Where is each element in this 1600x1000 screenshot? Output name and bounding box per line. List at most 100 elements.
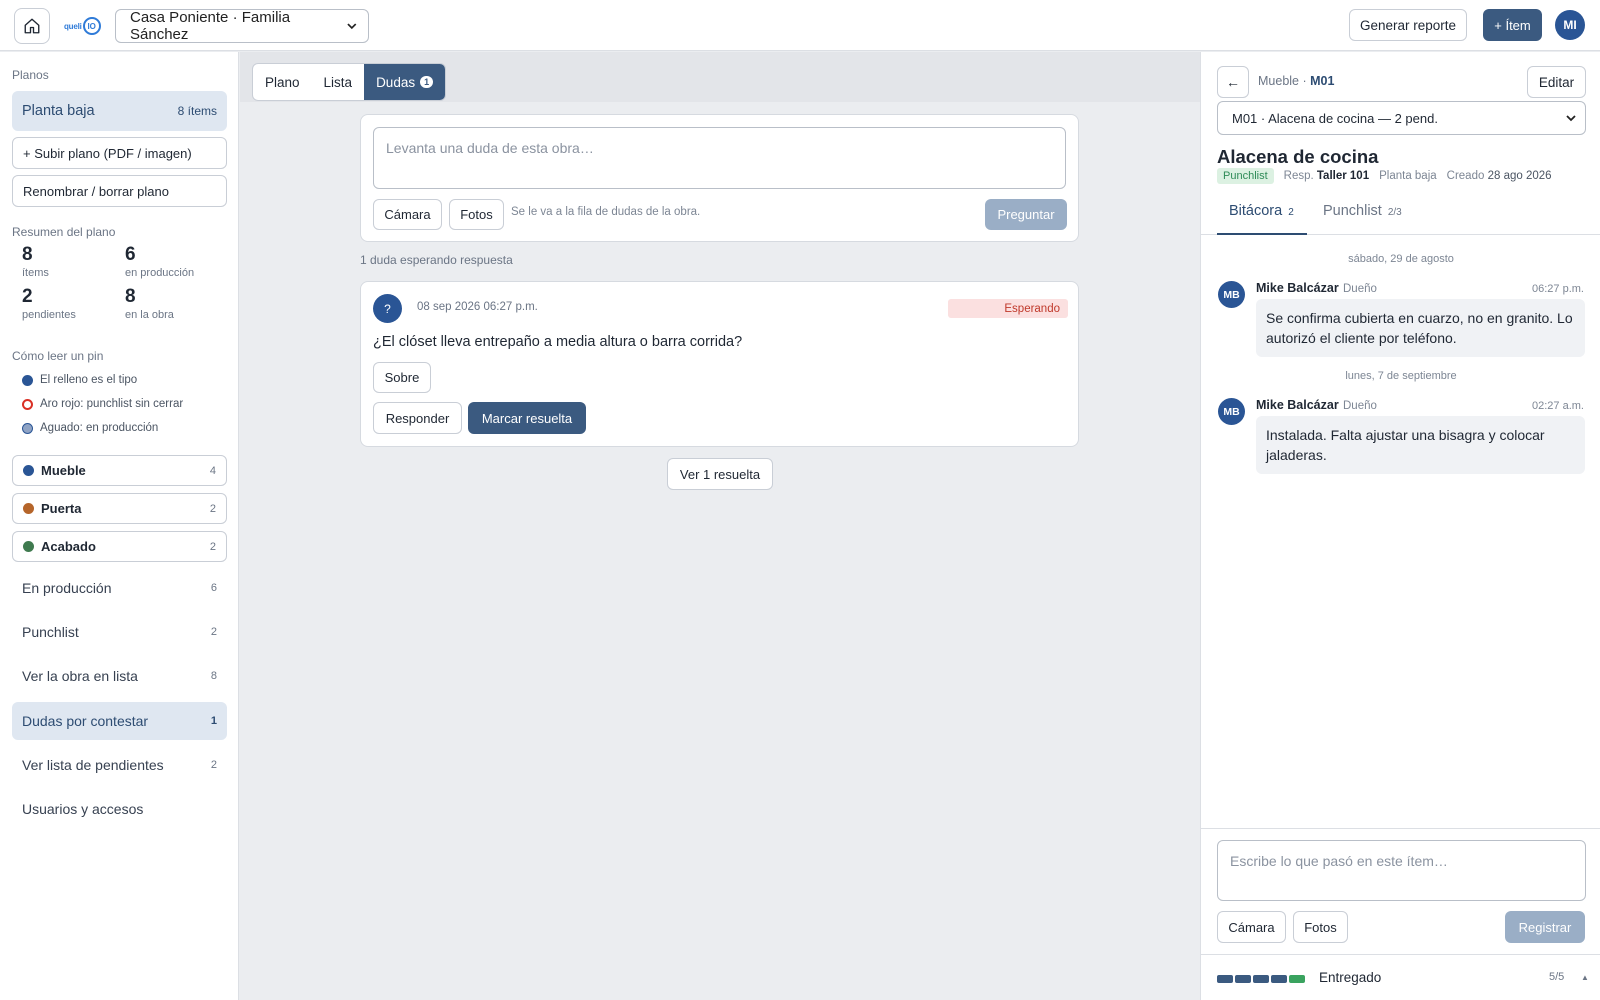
progress-count: 5/5 <box>1549 971 1565 983</box>
logo-mark: IO <box>82 17 101 35</box>
view-tabs: Plano Lista Dudas 1 <box>252 63 447 101</box>
app-logo: queli IO <box>64 16 101 36</box>
nav-punchlist[interactable]: Punchlist 2 <box>12 613 227 651</box>
status-pill: Punchlist <box>1217 168 1274 184</box>
day-separator: lunes, 7 de septiembre <box>1345 370 1457 382</box>
generate-report-button[interactable]: Generar reporte <box>1349 9 1467 41</box>
question-text: ¿El clóset lleva entrepaño a media altur… <box>373 334 743 350</box>
red-ring-pin-icon <box>22 398 33 410</box>
log-time: 02:27 a.m. <box>1532 400 1584 412</box>
category-acabado[interactable]: Acabado 2 <box>12 531 227 562</box>
chevron-down-icon <box>1566 115 1576 122</box>
progress-step <box>1271 975 1287 983</box>
pin-help-label: Cómo leer un pin <box>12 349 104 363</box>
compose-divider <box>1201 828 1600 829</box>
plan-item-planta-baja[interactable]: Planta baja 8 ítems <box>12 91 227 131</box>
tab-dudas[interactable]: Dudas 1 <box>364 64 446 100</box>
progress-step <box>1235 975 1251 983</box>
plans-label: Planos <box>12 68 49 82</box>
waiting-count: 1 duda esperando respuesta <box>360 253 513 267</box>
log-author: Mike Balcázar <box>1256 398 1339 412</box>
summary-label: Resumen del plano <box>12 225 116 239</box>
add-item-button[interactable]: + Ítem <box>1483 9 1542 41</box>
log-author: Mike Balcázar <box>1256 281 1339 295</box>
question-avatar: ? <box>373 294 402 323</box>
stat-on-site: 8 en la obra <box>125 286 174 321</box>
log-camera-button[interactable]: Cámara <box>1217 911 1286 943</box>
category-puerta[interactable]: Puerta 2 <box>12 493 227 524</box>
item-detail-panel: ← Mueble · M01 Editar M01 · Alacena de c… <box>1200 52 1600 1000</box>
progress-bar[interactable]: Entregado 5/5 ▲ <box>1201 954 1600 1000</box>
stat-items: 8 ítems <box>22 244 49 279</box>
item-title: Alacena de cocina <box>1217 146 1379 167</box>
legend-red-ring: Aro rojo: punchlist sin cerrar <box>22 398 183 410</box>
user-avatar[interactable]: MI <box>1555 10 1585 40</box>
ask-submit-button[interactable]: Preguntar <box>985 199 1067 230</box>
item-meta: Punchlist Resp. Taller 101 Planta baja C… <box>1217 168 1552 184</box>
tab-lista[interactable]: Lista <box>312 64 365 100</box>
progress-step <box>1253 975 1269 983</box>
plan-count: 8 ítems <box>177 104 217 118</box>
register-button[interactable]: Registrar <box>1505 911 1585 943</box>
chevron-down-icon <box>347 23 357 30</box>
detail-tabs: Bitácora 2 Punchlist 2/3 <box>1201 199 1600 235</box>
top-bar: queli IO Casa Poniente · Familia Sánchez… <box>0 0 1600 51</box>
question-card: ? 08 sep 2026 06:27 p.m. Esperando ¿El c… <box>360 281 1079 447</box>
nav-obra-lista[interactable]: Ver la obra en lista 8 <box>12 657 227 695</box>
tab-plano[interactable]: Plano <box>253 64 312 100</box>
category-mueble[interactable]: Mueble 4 <box>12 455 227 486</box>
avatar: MB <box>1218 281 1245 308</box>
log-photos-button[interactable]: Fotos <box>1293 911 1348 943</box>
ask-card: Levanta una duda de esta obra… Cámara Fo… <box>360 114 1079 242</box>
dudas-count-badge: 1 <box>420 76 434 88</box>
logo-word: queli <box>64 21 82 31</box>
item-select-value: M01 · Alacena de cocina — 2 pend. <box>1232 110 1438 126</box>
nav-pendientes[interactable]: Ver lista de pendientes 2 <box>12 746 227 784</box>
item-select[interactable]: M01 · Alacena de cocina — 2 pend. <box>1217 101 1586 135</box>
mueble-dot-icon <box>23 465 34 476</box>
log-time: 06:27 p.m. <box>1532 283 1584 295</box>
nav-dudas[interactable]: Dudas por contestar 1 <box>12 702 227 740</box>
log-role: Dueño <box>1343 283 1377 295</box>
question-input[interactable]: Levanta una duda de esta obra… <box>373 127 1066 189</box>
project-select[interactable]: Casa Poniente · Familia Sánchez <box>115 9 369 43</box>
about-tag-button[interactable]: Sobre <box>373 362 431 393</box>
progress-step <box>1289 975 1305 983</box>
camera-button[interactable]: Cámara <box>373 199 442 230</box>
day-separator: sábado, 29 de agosto <box>1348 253 1454 265</box>
rename-plan-button[interactable]: Renombrar / borrar plano <box>12 175 227 207</box>
log-message: Instalada. Falta ajustar una bisagra y c… <box>1256 416 1585 474</box>
home-icon <box>24 18 40 34</box>
stat-production: 6 en producción <box>125 244 195 279</box>
status-badge: Esperando <box>948 299 1068 318</box>
mark-resolved-button[interactable]: Marcar resuelta <box>468 402 586 434</box>
project-name: Casa Poniente · Familia Sánchez <box>130 9 291 43</box>
ask-hint: Se le va a la fila de dudas de la obra. <box>511 206 701 218</box>
created-date: Creado 28 ago 2026 <box>1446 170 1552 182</box>
legend-faded: Aguado: en producción <box>22 422 158 434</box>
plan-name: Planta baja <box>1379 170 1437 182</box>
reply-button[interactable]: Responder <box>373 402 462 434</box>
breadcrumb: Mueble · M01 <box>1258 74 1335 88</box>
tab-punchlist[interactable]: Punchlist 2/3 <box>1323 199 1402 235</box>
question-date: 08 sep 2026 06:27 p.m. <box>417 301 538 313</box>
log-input[interactable]: Escribe lo que pasó en este ítem… <box>1217 840 1586 901</box>
edit-button[interactable]: Editar <box>1527 66 1586 98</box>
caret-up-icon: ▲ <box>1581 973 1589 982</box>
acabado-dot-icon <box>23 541 34 552</box>
plan-name: Planta baja <box>22 103 95 119</box>
log-message: Se confirma cubierta en cuarzo, no en gr… <box>1256 299 1585 357</box>
photos-button[interactable]: Fotos <box>449 199 504 230</box>
nav-usuarios[interactable]: Usuarios y accesos <box>12 790 227 828</box>
puerta-dot-icon <box>23 503 34 514</box>
arrow-left-icon: ← <box>1226 74 1240 90</box>
progress-step <box>1217 975 1233 983</box>
nav-en-produccion[interactable]: En producción 6 <box>12 569 227 607</box>
upload-plan-button[interactable]: + Subir plano (PDF / imagen) <box>12 137 227 169</box>
view-resolved-button[interactable]: Ver 1 resuelta <box>667 458 773 490</box>
tab-bitacora[interactable]: Bitácora 2 <box>1217 199 1307 235</box>
back-button[interactable]: ← <box>1217 66 1249 98</box>
stat-pending: 2 pendientes <box>22 286 76 321</box>
progress-label: Entregado <box>1319 970 1382 985</box>
home-button[interactable] <box>14 8 50 44</box>
